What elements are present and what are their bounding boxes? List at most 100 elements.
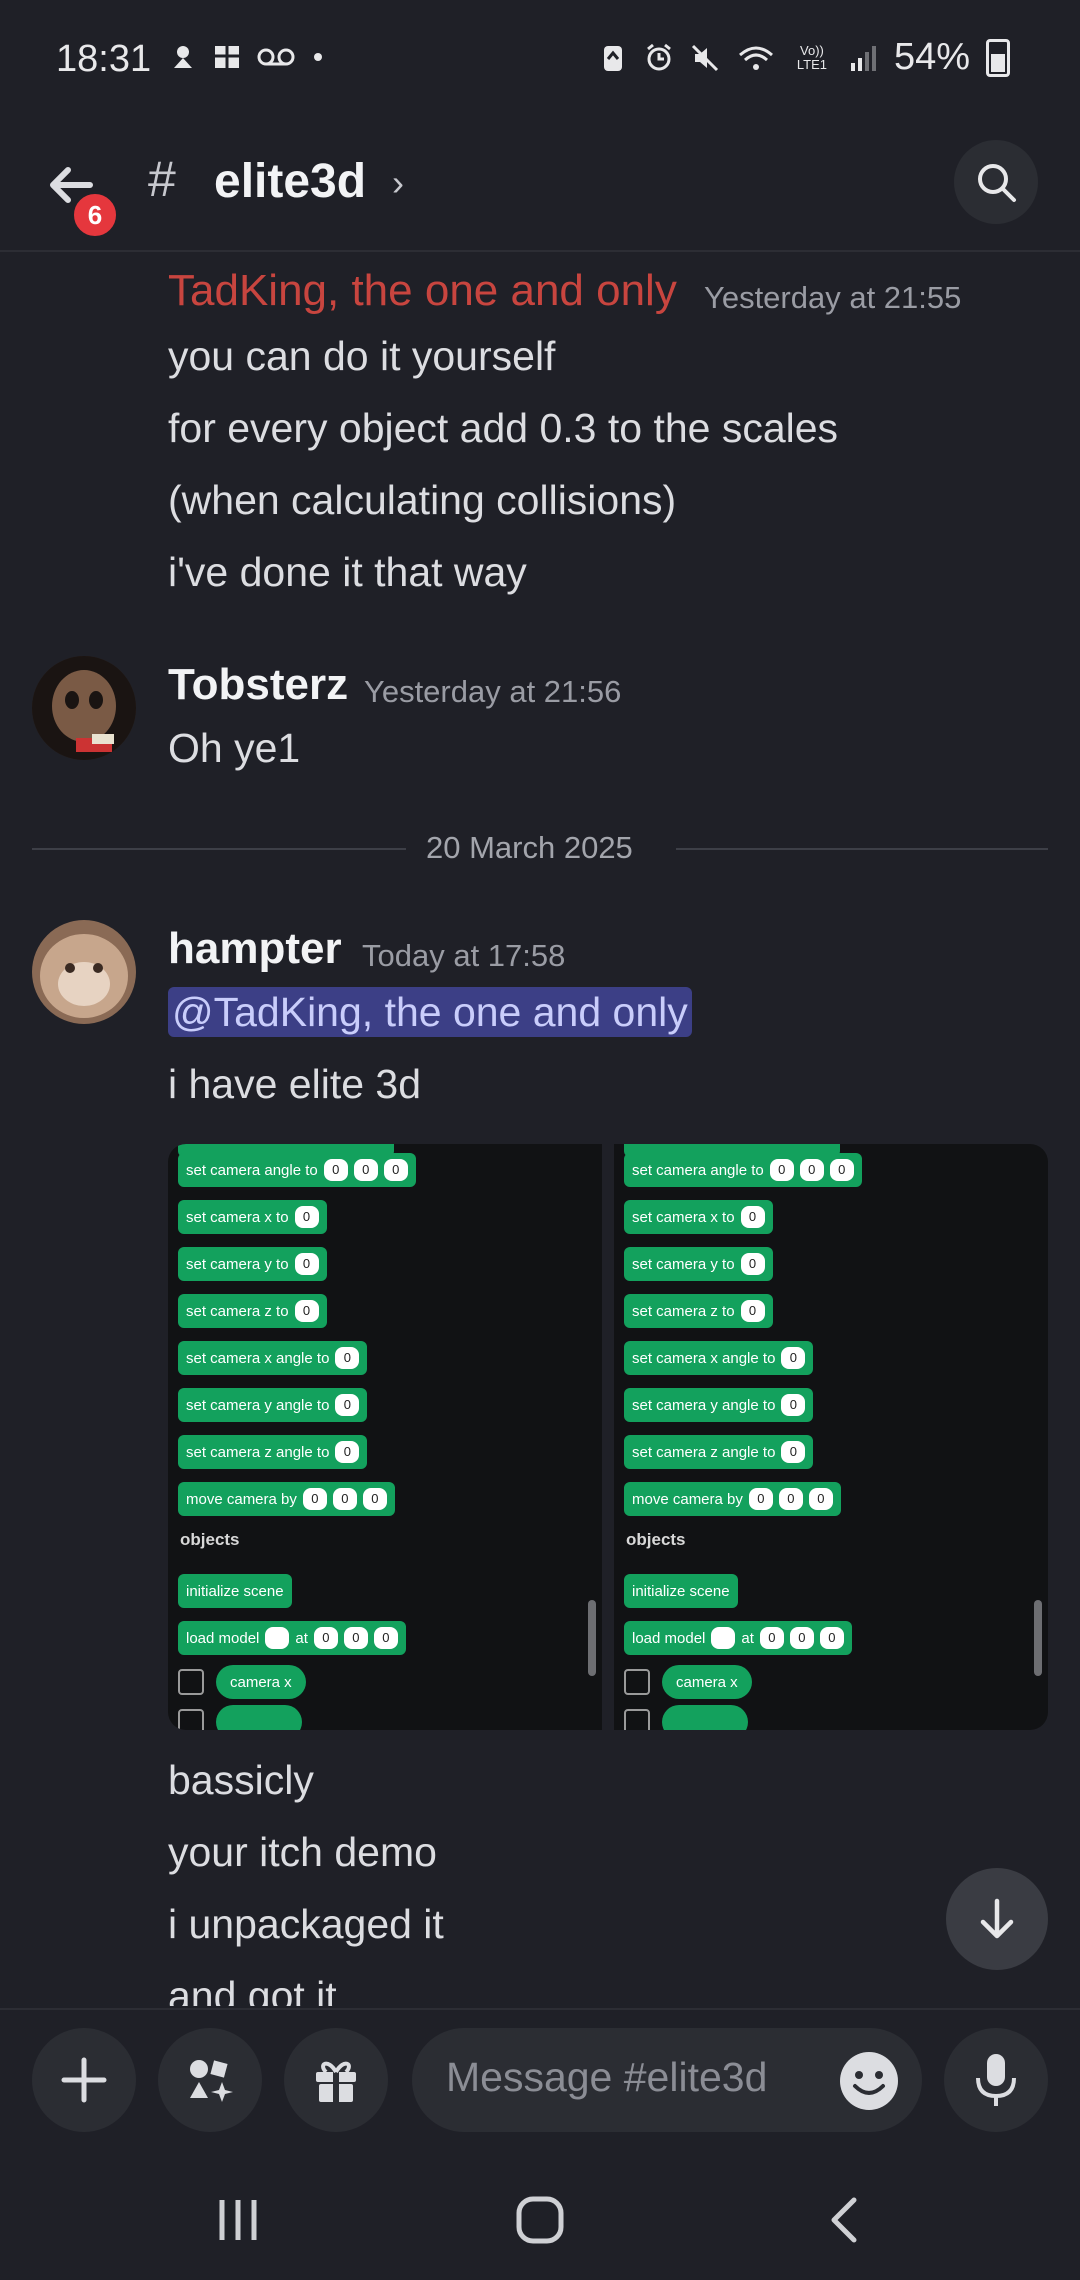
message-username[interactable]: hampter [168, 924, 342, 974]
image-attachment[interactable]: set camera angle to 0 0 0 set camera x to 0 se… [168, 1144, 602, 1730]
add-attachment-button[interactable] [32, 2028, 136, 2132]
code-block: move camera by 0 0 0 [624, 1482, 841, 1516]
code-block-slot: 0 [353, 1159, 378, 1181]
code-block: initialize scene [624, 1574, 738, 1608]
code-block-slot: 0 [748, 1488, 773, 1510]
code-block-row: set camera y angle to 0 [624, 1387, 814, 1423]
code-block-label: set camera z to [186, 1302, 289, 1320]
microphone-icon [976, 2054, 1016, 2106]
category-label: objects [180, 1530, 240, 1549]
home-icon[interactable] [514, 2194, 566, 2246]
message-timestamp: Yesterday at 21:55 [704, 280, 962, 315]
message-line: you can do it yourself [168, 333, 556, 379]
code-block: set camera z angle to 0 [178, 1435, 368, 1469]
code-block-row: set camera y to 0 [178, 1246, 327, 1282]
emoji-icon[interactable] [838, 2050, 900, 2112]
code-block-slot: 0 [759, 1627, 784, 1649]
avatar[interactable] [32, 920, 136, 1024]
plus-icon [61, 2057, 107, 2103]
gift-button[interactable] [284, 2028, 388, 2132]
code-block-slot: 0 [323, 1159, 348, 1181]
code-block-label: set camera z to [632, 1302, 735, 1320]
code-block-label: set camera angle to [186, 1161, 318, 1179]
code-block: set camera x to 0 [624, 1200, 773, 1234]
signal-icon [850, 45, 876, 71]
channel-title[interactable]: elite3d [214, 154, 366, 209]
code-block-label: set camera x to [186, 1208, 289, 1226]
code-block: load model at 0 0 0 [178, 1621, 406, 1655]
code-block-row: set camera x to 0 [178, 1199, 327, 1235]
code-block-row: set camera y angle to 0 [178, 1387, 368, 1423]
code-block-slot: 0 [819, 1627, 844, 1649]
apps-button[interactable] [158, 2028, 262, 2132]
code-block-label: set camera y to [632, 1255, 735, 1273]
search-button[interactable] [954, 140, 1038, 224]
scrollbar-thumb [1034, 1600, 1042, 1676]
image-attachment[interactable]: set camera angle to 0 0 0 set camera x to 0 se… [614, 1144, 1048, 1730]
message-line: your itch demo [168, 1829, 437, 1875]
apps-icon [190, 2060, 233, 2102]
mute-icon [691, 44, 718, 71]
voice-message-button[interactable] [944, 2028, 1048, 2132]
code-block-slot: 0 [335, 1441, 360, 1463]
code-block-label: move camera by [632, 1490, 743, 1508]
message-input-placeholder: Message #elite3d [446, 2054, 768, 2100]
back-nav-icon[interactable] [822, 2194, 866, 2246]
reporter-block: camera x [662, 1665, 752, 1699]
hash-icon: # [148, 151, 176, 207]
code-block-label: set camera z angle to [632, 1443, 776, 1461]
status-bar: 18:31 Vo)) LTE1 54% [0, 0, 1080, 120]
message-username[interactable]: TadKing, the one and only [168, 266, 677, 316]
chevron-right-icon[interactable]: › [392, 162, 404, 204]
code-block-label: set camera z angle to [186, 1443, 330, 1461]
message-timestamp: Today at 17:58 [362, 938, 566, 973]
code-block-label: set camera y to [186, 1255, 289, 1273]
code-block-slot: 0 [362, 1488, 387, 1510]
code-block: set camera y to 0 [178, 1247, 327, 1281]
jump-to-present-button[interactable] [946, 1868, 1048, 1970]
code-block-slot: 0 [332, 1488, 357, 1510]
status-icons-right: Vo)) LTE1 54% [598, 36, 1010, 79]
message-username[interactable]: Tobsterz [168, 660, 348, 710]
alarm-icon [647, 43, 671, 70]
code-block: load model at 0 0 0 [624, 1621, 852, 1655]
wifi-icon [738, 46, 773, 70]
code-block-row: set camera x angle to 0 [178, 1340, 368, 1376]
code-block-slot: 0 [294, 1206, 319, 1228]
message-line: (when calculating collisions) [168, 477, 677, 523]
date-divider-line [32, 848, 406, 850]
code-block-row: set camera x to 0 [624, 1199, 773, 1235]
code-block: set camera z to 0 [178, 1294, 327, 1328]
code-block-slot: 0 [335, 1394, 360, 1416]
code-block-slot: 0 [781, 1347, 806, 1369]
code-block-row: set camera angle to 0 0 0 [624, 1152, 862, 1188]
checkbox [624, 1669, 650, 1695]
notification-icon [174, 46, 192, 68]
code-block-slot: 0 [740, 1253, 765, 1275]
code-block-row: set camera x angle to 0 [624, 1340, 814, 1376]
code-block: initialize scene [178, 1574, 292, 1608]
reporter-block [216, 1705, 302, 1730]
code-block: set camera y to 0 [624, 1247, 773, 1281]
avatar[interactable] [32, 656, 136, 760]
code-block-label: at [295, 1629, 308, 1647]
reporter-row: camera x [178, 1664, 306, 1700]
voicemail-icon [257, 48, 295, 66]
code-block-row: set camera z to 0 [178, 1293, 327, 1329]
code-block: set camera x angle to 0 [624, 1341, 814, 1375]
user-mention[interactable]: @TadKing, the one and only [168, 987, 692, 1037]
code-block-slot: 0 [294, 1300, 319, 1322]
recent-apps-icon[interactable] [212, 2196, 264, 2244]
code-block-label: set camera angle to [632, 1161, 764, 1179]
message-line: i've done it that way [168, 549, 527, 595]
code-block-row: initialize scene [624, 1573, 738, 1609]
code-block-slot: 0 [740, 1300, 765, 1322]
code-block-label: load model [632, 1629, 706, 1647]
gallery-icon [215, 46, 239, 68]
dot-icon [314, 53, 322, 61]
code-block-label: at [741, 1629, 754, 1647]
code-block-slot: 0 [294, 1253, 319, 1275]
battery-saver-icon [603, 45, 622, 71]
code-block: set camera z to 0 [624, 1294, 773, 1328]
date-divider-line [676, 848, 1048, 850]
